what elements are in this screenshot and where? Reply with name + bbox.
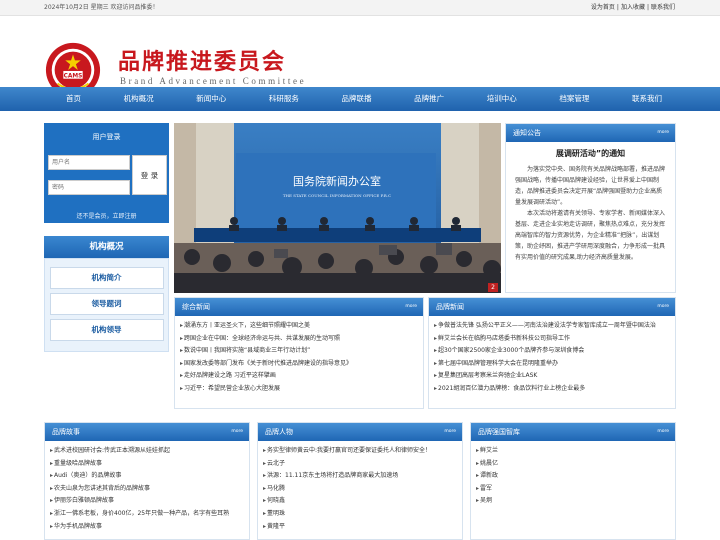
login-title: 用户登录 bbox=[92, 133, 121, 141]
org-intro-button[interactable]: 机构简介 bbox=[49, 267, 164, 289]
nav-about[interactable]: 机构概况 bbox=[110, 87, 168, 111]
brand-people-panel: 品牌人物 more 务实型律师黄云中:我要打赢官司还要保证委托人和律师安全！ 云… bbox=[257, 422, 463, 540]
list-item[interactable]: 谭新政 bbox=[476, 470, 670, 483]
panel-title-text: 品牌强国智库 bbox=[478, 428, 520, 436]
notice-more-link[interactable]: more bbox=[657, 124, 669, 142]
top-bar: 2024年10月2日 星期三 欢迎访问品推委！ 设为首页 | 加入收藏 | 联系我们 bbox=[0, 0, 720, 16]
panel-title-text: 品牌新闻 bbox=[436, 303, 464, 311]
brand-think-tank-title: 品牌强国智库 more bbox=[471, 423, 675, 441]
list-item[interactable]: 华为手机品牌故事 bbox=[50, 521, 244, 534]
emblem-text: CAMS bbox=[64, 73, 83, 79]
brand-think-tank-more-link[interactable]: more bbox=[657, 423, 669, 441]
register-link[interactable]: 还不是会员，立即注册 bbox=[44, 211, 169, 220]
org-section-title: 机构概况 bbox=[44, 236, 169, 258]
list-item[interactable]: 雷军 bbox=[476, 483, 670, 496]
site-header: CAMS 品牌推进委员会 Brand Advancement Committee bbox=[0, 16, 720, 98]
notice-title-text: 通知公告 bbox=[513, 129, 541, 137]
panel-title-text: 品牌故事 bbox=[52, 428, 80, 436]
list-item[interactable]: 超30个国家2500家企业3000个品牌齐参与深圳食博会 bbox=[434, 345, 670, 358]
list-item[interactable]: 吴炯 bbox=[476, 495, 670, 508]
list-item[interactable]: 浙江一佛系老板，身价400亿，25年只做一种产品，名字有些耳熟 bbox=[50, 508, 244, 521]
site-subtitle: Brand Advancement Committee bbox=[120, 76, 307, 86]
list-item[interactable]: 走好品牌建设之路 习近平这样擘画 bbox=[180, 370, 418, 383]
brand-news-more-link[interactable]: more bbox=[657, 298, 669, 316]
nav-home[interactable]: 首页 bbox=[44, 87, 95, 111]
comprehensive-news-panel: 综合新闻 more 潮涌东方丨亚运圣火下，这些细节照耀中国之美 跨国企业在中国：… bbox=[174, 297, 424, 409]
add-favorite-link[interactable]: 加入收藏 bbox=[621, 4, 645, 11]
login-button[interactable]: 登 录 bbox=[132, 155, 167, 195]
sidebar: 用户登录 登 录 还不是会员，立即注册 机构概况 机构简介 领导题词 机构领导 bbox=[44, 123, 169, 352]
list-item[interactable]: 马化腾 bbox=[263, 483, 457, 496]
list-item[interactable]: 伊丽莎白雅顿品牌故事 bbox=[50, 495, 244, 508]
list-item[interactable]: 争做普法先锋 弘扬公平正义——河南法治建设法学专家智库成立一周年暨中国法治 bbox=[434, 320, 670, 333]
backdrop-subtitle: THE STATE COUNCIL INFORMATION OFFICE P.R… bbox=[283, 193, 391, 198]
list-item[interactable]: 董明珠 bbox=[263, 508, 457, 521]
brand-news-title: 品牌新闻 more bbox=[429, 298, 675, 316]
brand-think-tank-panel: 品牌强国智库 more 鲜艾兰 姚晨亿 谭新政 雷军 吴炯 bbox=[470, 422, 676, 540]
nav-brand-promotion[interactable]: 品牌推广 bbox=[400, 87, 458, 111]
nav-training[interactable]: 培训中心 bbox=[473, 87, 531, 111]
list-item[interactable]: 复星集团高层考察米兰奔驰企业LASK bbox=[434, 370, 670, 383]
list-item[interactable]: 第七届中国品牌管理科学大会在昆明隆重举办 bbox=[434, 358, 670, 371]
list-item[interactable]: 数说中国丨我国将实施“县域商业三年行动计划” bbox=[180, 345, 418, 358]
notice-headline[interactable]: 展调研活动”的通知 bbox=[506, 148, 675, 159]
banner-slideshow[interactable]: 国务院新闻办公室 THE STATE COUNCIL INFORMATION O… bbox=[174, 123, 501, 293]
list-item[interactable]: 习近平：希望民营企业放心大胆发展 bbox=[180, 383, 418, 396]
brand-people-more-link[interactable]: more bbox=[444, 423, 456, 441]
brand-story-more-link[interactable]: more bbox=[231, 423, 243, 441]
list-item[interactable]: 务实型律师黄云中:我要打赢官司还要保证委托人和律师安全！ bbox=[263, 445, 457, 458]
brand-story-title: 品牌故事 more bbox=[45, 423, 249, 441]
nav-brand-broadcast[interactable]: 品牌联播 bbox=[328, 87, 386, 111]
nav-research[interactable]: 科研服务 bbox=[255, 87, 313, 111]
list-item[interactable]: 洪源：11.11京东主场将打造品牌商家最大加速场 bbox=[263, 470, 457, 483]
list-item[interactable]: 何晓鑫 bbox=[263, 495, 457, 508]
top-link-separator: | bbox=[616, 4, 619, 11]
list-item[interactable]: 重量级哈品牌故事 bbox=[50, 458, 244, 471]
nav-contact[interactable]: 联系我们 bbox=[618, 87, 676, 111]
panel-title-text: 品牌人物 bbox=[265, 428, 293, 436]
list-item[interactable]: 鲜艾兰会长在临朐马店塔委书新科技公司指导工作 bbox=[434, 333, 670, 346]
notice-paragraph: 为落实党中央、国务院有关品牌战略部署，推进品牌强国战略，传播中国品牌建设经验，让… bbox=[515, 166, 666, 206]
panel-title-text: 综合新闻 bbox=[182, 303, 210, 311]
brand-people-title: 品牌人物 more bbox=[258, 423, 462, 441]
login-box: 用户登录 登 录 还不是会员，立即注册 bbox=[44, 123, 169, 223]
notice-title: 通知公告 more bbox=[506, 124, 675, 142]
list-item[interactable]: 2021胡润百亿潜力品牌榜：食品饮料行业上榜企业最多 bbox=[434, 383, 670, 396]
nav-archives[interactable]: 档案管理 bbox=[545, 87, 603, 111]
banner-page-indicator[interactable]: 2 bbox=[488, 283, 498, 292]
list-item[interactable]: 云北子 bbox=[263, 458, 457, 471]
main-nav: 首页 机构概况 新闻中心 科研服务 品牌联播 品牌推广 培训中心 档案管理 联系… bbox=[0, 87, 720, 111]
top-links: 设为首页 | 加入收藏 | 联系我们 bbox=[590, 0, 676, 16]
list-item[interactable]: 武术进校园研讨会:传武正本溯源从娃娃抓起 bbox=[50, 445, 244, 458]
set-homepage-link[interactable]: 设为首页 bbox=[591, 4, 615, 11]
list-item[interactable]: 跨国企业在中国：全球经济命运与共、共谋发展的生动写照 bbox=[180, 333, 418, 346]
backdrop-title: 国务院新闻办公室 bbox=[293, 174, 381, 188]
org-menu: 机构简介 领导题词 机构领导 bbox=[44, 258, 169, 352]
notice-paragraph: 本次活动将邀请有关领导、专家学者、新闻媒体深入基层、走进企业实地走访调研，聚焦热… bbox=[515, 210, 666, 261]
list-item[interactable]: 国家发改委等部门发布《关于新时代推进品牌建设的指导意见》 bbox=[180, 358, 418, 371]
brand-story-panel: 品牌故事 more 武术进校园研讨会:传武正本溯源从娃娃抓起 重量级哈品牌故事 … bbox=[44, 422, 250, 540]
org-inscription-button[interactable]: 领导题词 bbox=[49, 293, 164, 315]
list-item[interactable]: 农夫山泉为您讲述其背后的品牌故事 bbox=[50, 483, 244, 496]
top-link-separator: | bbox=[646, 4, 649, 11]
press-conference-photo: 国务院新闻办公室 THE STATE COUNCIL INFORMATION O… bbox=[174, 123, 501, 293]
list-item[interactable]: Audi（奥迪）的品牌故事 bbox=[50, 470, 244, 483]
password-input[interactable] bbox=[48, 180, 130, 195]
list-item[interactable]: 黄隆平 bbox=[263, 521, 457, 534]
site-title: 品牌推进委员会 bbox=[118, 49, 287, 75]
brand-news-panel: 品牌新闻 more 争做普法先锋 弘扬公平正义——河南法治建设法学专家智库成立一… bbox=[428, 297, 676, 409]
comprehensive-news-title: 综合新闻 more bbox=[175, 298, 423, 316]
list-item[interactable]: 鲜艾兰 bbox=[476, 445, 670, 458]
notice-panel: 通知公告 more 展调研活动”的通知 为落实党中央、国务院有关品牌战略部署，推… bbox=[505, 123, 676, 293]
nav-news[interactable]: 新闻中心 bbox=[182, 87, 240, 111]
date-welcome: 2024年10月2日 星期三 欢迎访问品推委！ bbox=[44, 4, 159, 11]
contact-link[interactable]: 联系我们 bbox=[651, 4, 675, 11]
comprehensive-news-more-link[interactable]: more bbox=[405, 298, 417, 316]
list-item[interactable]: 潮涌东方丨亚运圣火下，这些细节照耀中国之美 bbox=[180, 320, 418, 333]
username-input[interactable] bbox=[48, 155, 130, 170]
list-item[interactable]: 姚晨亿 bbox=[476, 458, 670, 471]
org-leaders-button[interactable]: 机构领导 bbox=[49, 319, 164, 341]
